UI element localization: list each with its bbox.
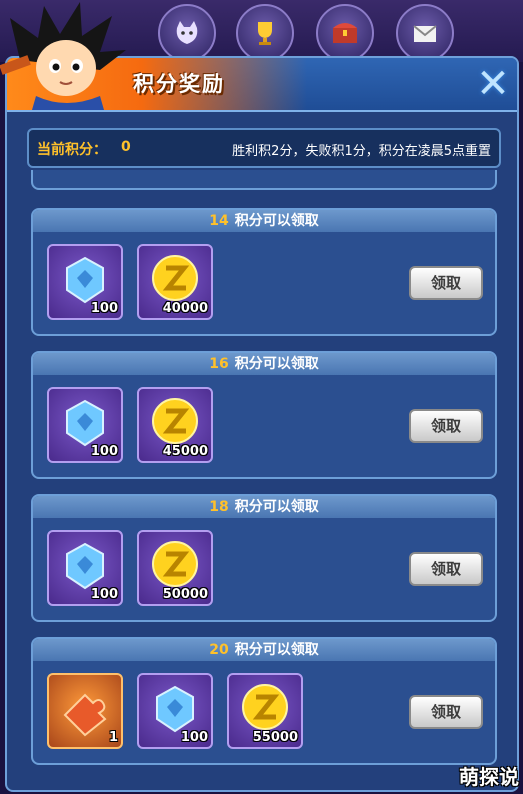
reward-card-header: 20 积分可以领取 [33, 639, 495, 661]
panel-title: 积分奖励 [133, 72, 225, 96]
reward-card-20: 20 积分可以领取 1 100 55000 领取 [31, 637, 497, 765]
reward-card-header: 18 积分可以领取 [33, 496, 495, 518]
gold-z-coin-icon[interactable]: 40000 [137, 244, 213, 320]
cat-icon[interactable] [158, 4, 216, 62]
reward-card-14: 14 积分可以领取 100 40000 领取 [31, 208, 497, 336]
current-points-value: 0 [121, 139, 131, 155]
gold-z-coin-icon[interactable]: 55000 [227, 673, 303, 749]
reward-card-header: 14 积分可以领取 [33, 210, 495, 232]
blue-crystal-icon[interactable]: 100 [47, 244, 123, 320]
reward-card-18: 18 积分可以领取 100 50000 领取 [31, 494, 497, 622]
watermark-text: 萌探说 [459, 765, 519, 789]
current-points-label: 当前积分： [37, 142, 107, 158]
blue-crystal-icon[interactable]: 100 [47, 530, 123, 606]
mail-icon[interactable] [396, 4, 454, 62]
puzzle-piece-icon[interactable]: 1 [47, 673, 123, 749]
claim-button[interactable]: 领取 [409, 695, 483, 729]
blue-crystal-icon[interactable]: 100 [137, 673, 213, 749]
trophy-icon[interactable] [236, 4, 294, 62]
gold-z-coin-icon[interactable]: 50000 [137, 530, 213, 606]
claim-button[interactable]: 领取 [409, 409, 483, 443]
character-avatar [0, 0, 140, 110]
gold-z-coin-icon[interactable]: 45000 [137, 387, 213, 463]
claim-button[interactable]: 领取 [409, 552, 483, 586]
claim-button[interactable]: 领取 [409, 266, 483, 300]
points-reward-panel: 积分奖励 ✕ 当前积分： 0 胜利积2分，失败积1分，积分在凌晨5点重置 14 积… [5, 56, 519, 792]
close-button[interactable]: ✕ [473, 64, 513, 104]
reward-list[interactable]: 14 积分可以领取 100 40000 领取 16 积分可以领取 100 45000… [27, 170, 501, 788]
points-info-bar: 当前积分： 0 胜利积2分，失败积1分，积分在凌晨5点重置 [27, 128, 501, 168]
reward-card-header: 16 积分可以领取 [33, 353, 495, 375]
chest-icon[interactable] [316, 4, 374, 62]
points-rule-text: 胜利积2分，失败积1分，积分在凌晨5点重置 [232, 144, 491, 159]
previous-reward-card-partial [31, 170, 497, 190]
reward-card-16: 16 积分可以领取 100 45000 领取 [31, 351, 497, 479]
blue-crystal-icon[interactable]: 100 [47, 387, 123, 463]
